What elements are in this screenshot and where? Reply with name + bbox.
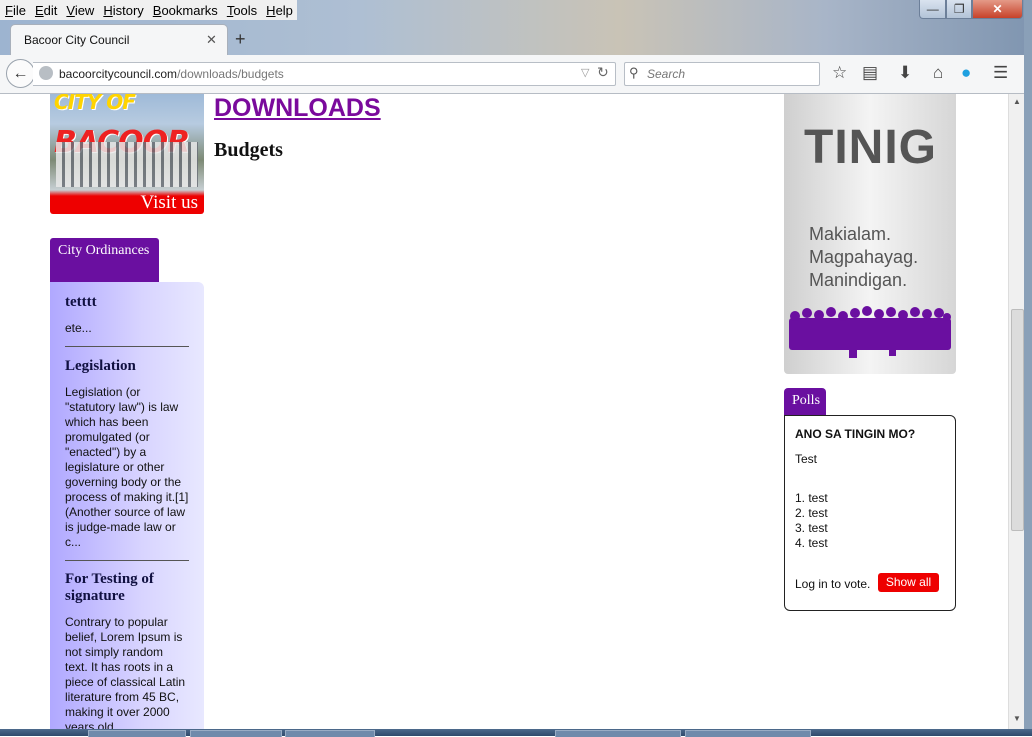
- back-arrow-icon: ←: [12, 64, 29, 82]
- scroll-up-icon[interactable]: ▲: [1013, 97, 1021, 106]
- page-title-link[interactable]: DOWNLOADS: [214, 94, 381, 123]
- download-icon[interactable]: ⬇: [898, 63, 912, 83]
- menu-tools[interactable]: Tools: [222, 3, 261, 18]
- vertical-scrollbar[interactable]: ▲ ▼: [1008, 94, 1025, 730]
- navigation-bar: ← bacoorcitycouncil.com/downloads/budget…: [0, 55, 1032, 94]
- article-title[interactable]: For Testing of signature: [65, 571, 189, 605]
- reload-icon[interactable]: ↻: [597, 64, 609, 81]
- url-text: bacoorcitycouncil.com/downloads/budgets: [59, 67, 284, 81]
- banner-title: TINIG: [804, 121, 937, 174]
- polls-tab[interactable]: Polls: [784, 388, 826, 415]
- history-dropdown-icon[interactable]: ▽: [581, 66, 589, 79]
- article-excerpt: Contrary to popular belief, Lorem Ipsum …: [65, 615, 186, 730]
- page-subtitle: Budgets: [214, 139, 283, 161]
- globe-icon: [39, 66, 53, 80]
- banner-slogan: Makialam. Magpahayag. Manindigan.: [809, 224, 919, 290]
- menu-hamburger-icon[interactable]: ☰: [993, 63, 1008, 83]
- menu-bookmarks[interactable]: Bookmarks: [148, 3, 222, 18]
- taskbar: [0, 729, 1032, 737]
- menu-edit[interactable]: Edit: [30, 3, 61, 18]
- divider: [65, 346, 189, 347]
- ordinances-tab[interactable]: City Ordinances: [50, 238, 159, 282]
- url-bar[interactable]: bacoorcitycouncil.com/downloads/budgets …: [33, 62, 616, 86]
- restore-icon: ❐: [953, 2, 965, 16]
- city-hall-image: [56, 142, 198, 187]
- ordinances-list: tetttt ete... Legislation Legislation (o…: [50, 282, 204, 730]
- window-controls: — ❐ ✕: [919, 0, 1023, 19]
- city-of-bacoor-logo[interactable]: CITY OFBACOOR Visit us: [50, 94, 204, 214]
- maximize-button[interactable]: ❐: [946, 0, 972, 19]
- menu-history[interactable]: History: [98, 3, 147, 18]
- article-excerpt: ete...: [65, 321, 92, 335]
- tab-active[interactable]: Bacoor City Council ✕: [10, 24, 228, 56]
- tinig-banner[interactable]: TINIG Makialam. Magpahayag. Manindigan.: [784, 94, 956, 374]
- back-button[interactable]: ←: [6, 59, 35, 88]
- reading-list-icon[interactable]: ▤: [862, 63, 878, 83]
- close-icon: ✕: [992, 2, 1003, 16]
- poll-options: 1. test 2. test 3. test 4. test: [795, 491, 828, 551]
- poll-option: 4. test: [795, 536, 828, 550]
- logo-visit-text: Visit us: [140, 192, 198, 213]
- menu-bar: File Edit View History Bookmarks Tools H…: [0, 0, 297, 20]
- divider: [65, 560, 189, 561]
- minimize-icon: —: [926, 2, 939, 16]
- poll-option: 1. test: [795, 491, 828, 505]
- tab-close-icon[interactable]: ✕: [206, 32, 217, 48]
- login-to-vote-text: Log in to vote.: [795, 577, 871, 591]
- minimize-button[interactable]: —: [919, 0, 947, 19]
- show-all-button[interactable]: Show all: [878, 573, 939, 592]
- menu-file[interactable]: File: [0, 3, 30, 18]
- poll-option: 2. test: [795, 506, 828, 520]
- scroll-down-icon[interactable]: ▼: [1013, 714, 1021, 723]
- search-icon: ⚲: [629, 65, 639, 80]
- tab-title: Bacoor City Council: [24, 33, 130, 47]
- search-placeholder: Search: [647, 67, 686, 81]
- title-bar: File Edit View History Bookmarks Tools H…: [0, 0, 1032, 58]
- list-item: tetttt ete...: [65, 294, 189, 336]
- bookmark-star-icon[interactable]: ☆: [832, 63, 847, 83]
- crowd-silhouette-icon: [789, 306, 951, 358]
- list-item: For Testing of signature Contrary to pop…: [65, 571, 189, 730]
- home-icon[interactable]: ⌂: [933, 63, 943, 83]
- search-input[interactable]: ⚲ Search: [624, 62, 820, 86]
- page-content: CITY OFBACOOR Visit us DOWNLOADS Budgets…: [0, 94, 1008, 730]
- poll-option: 3. test: [795, 521, 828, 535]
- skype-icon[interactable]: ●: [961, 63, 971, 83]
- menu-help[interactable]: Help: [261, 3, 297, 18]
- article-title[interactable]: tetttt: [65, 294, 189, 311]
- poll-question: ANO SA TINGIN MO?: [795, 427, 916, 441]
- scrollbar-thumb[interactable]: [1011, 309, 1024, 531]
- close-window-button[interactable]: ✕: [972, 0, 1023, 19]
- article-excerpt: Legislation (or "statutory law") is law …: [65, 385, 189, 549]
- poll-widget: ANO SA TINGIN MO? Test 1. test 2. test 3…: [784, 415, 956, 611]
- menu-view[interactable]: View: [61, 3, 98, 18]
- list-item: Legislation Legislation (or "statutory l…: [65, 358, 189, 550]
- new-tab-icon[interactable]: +: [235, 29, 246, 50]
- article-title[interactable]: Legislation: [65, 358, 189, 375]
- poll-title: Test: [795, 452, 818, 466]
- desktop-edge: [1024, 0, 1032, 736]
